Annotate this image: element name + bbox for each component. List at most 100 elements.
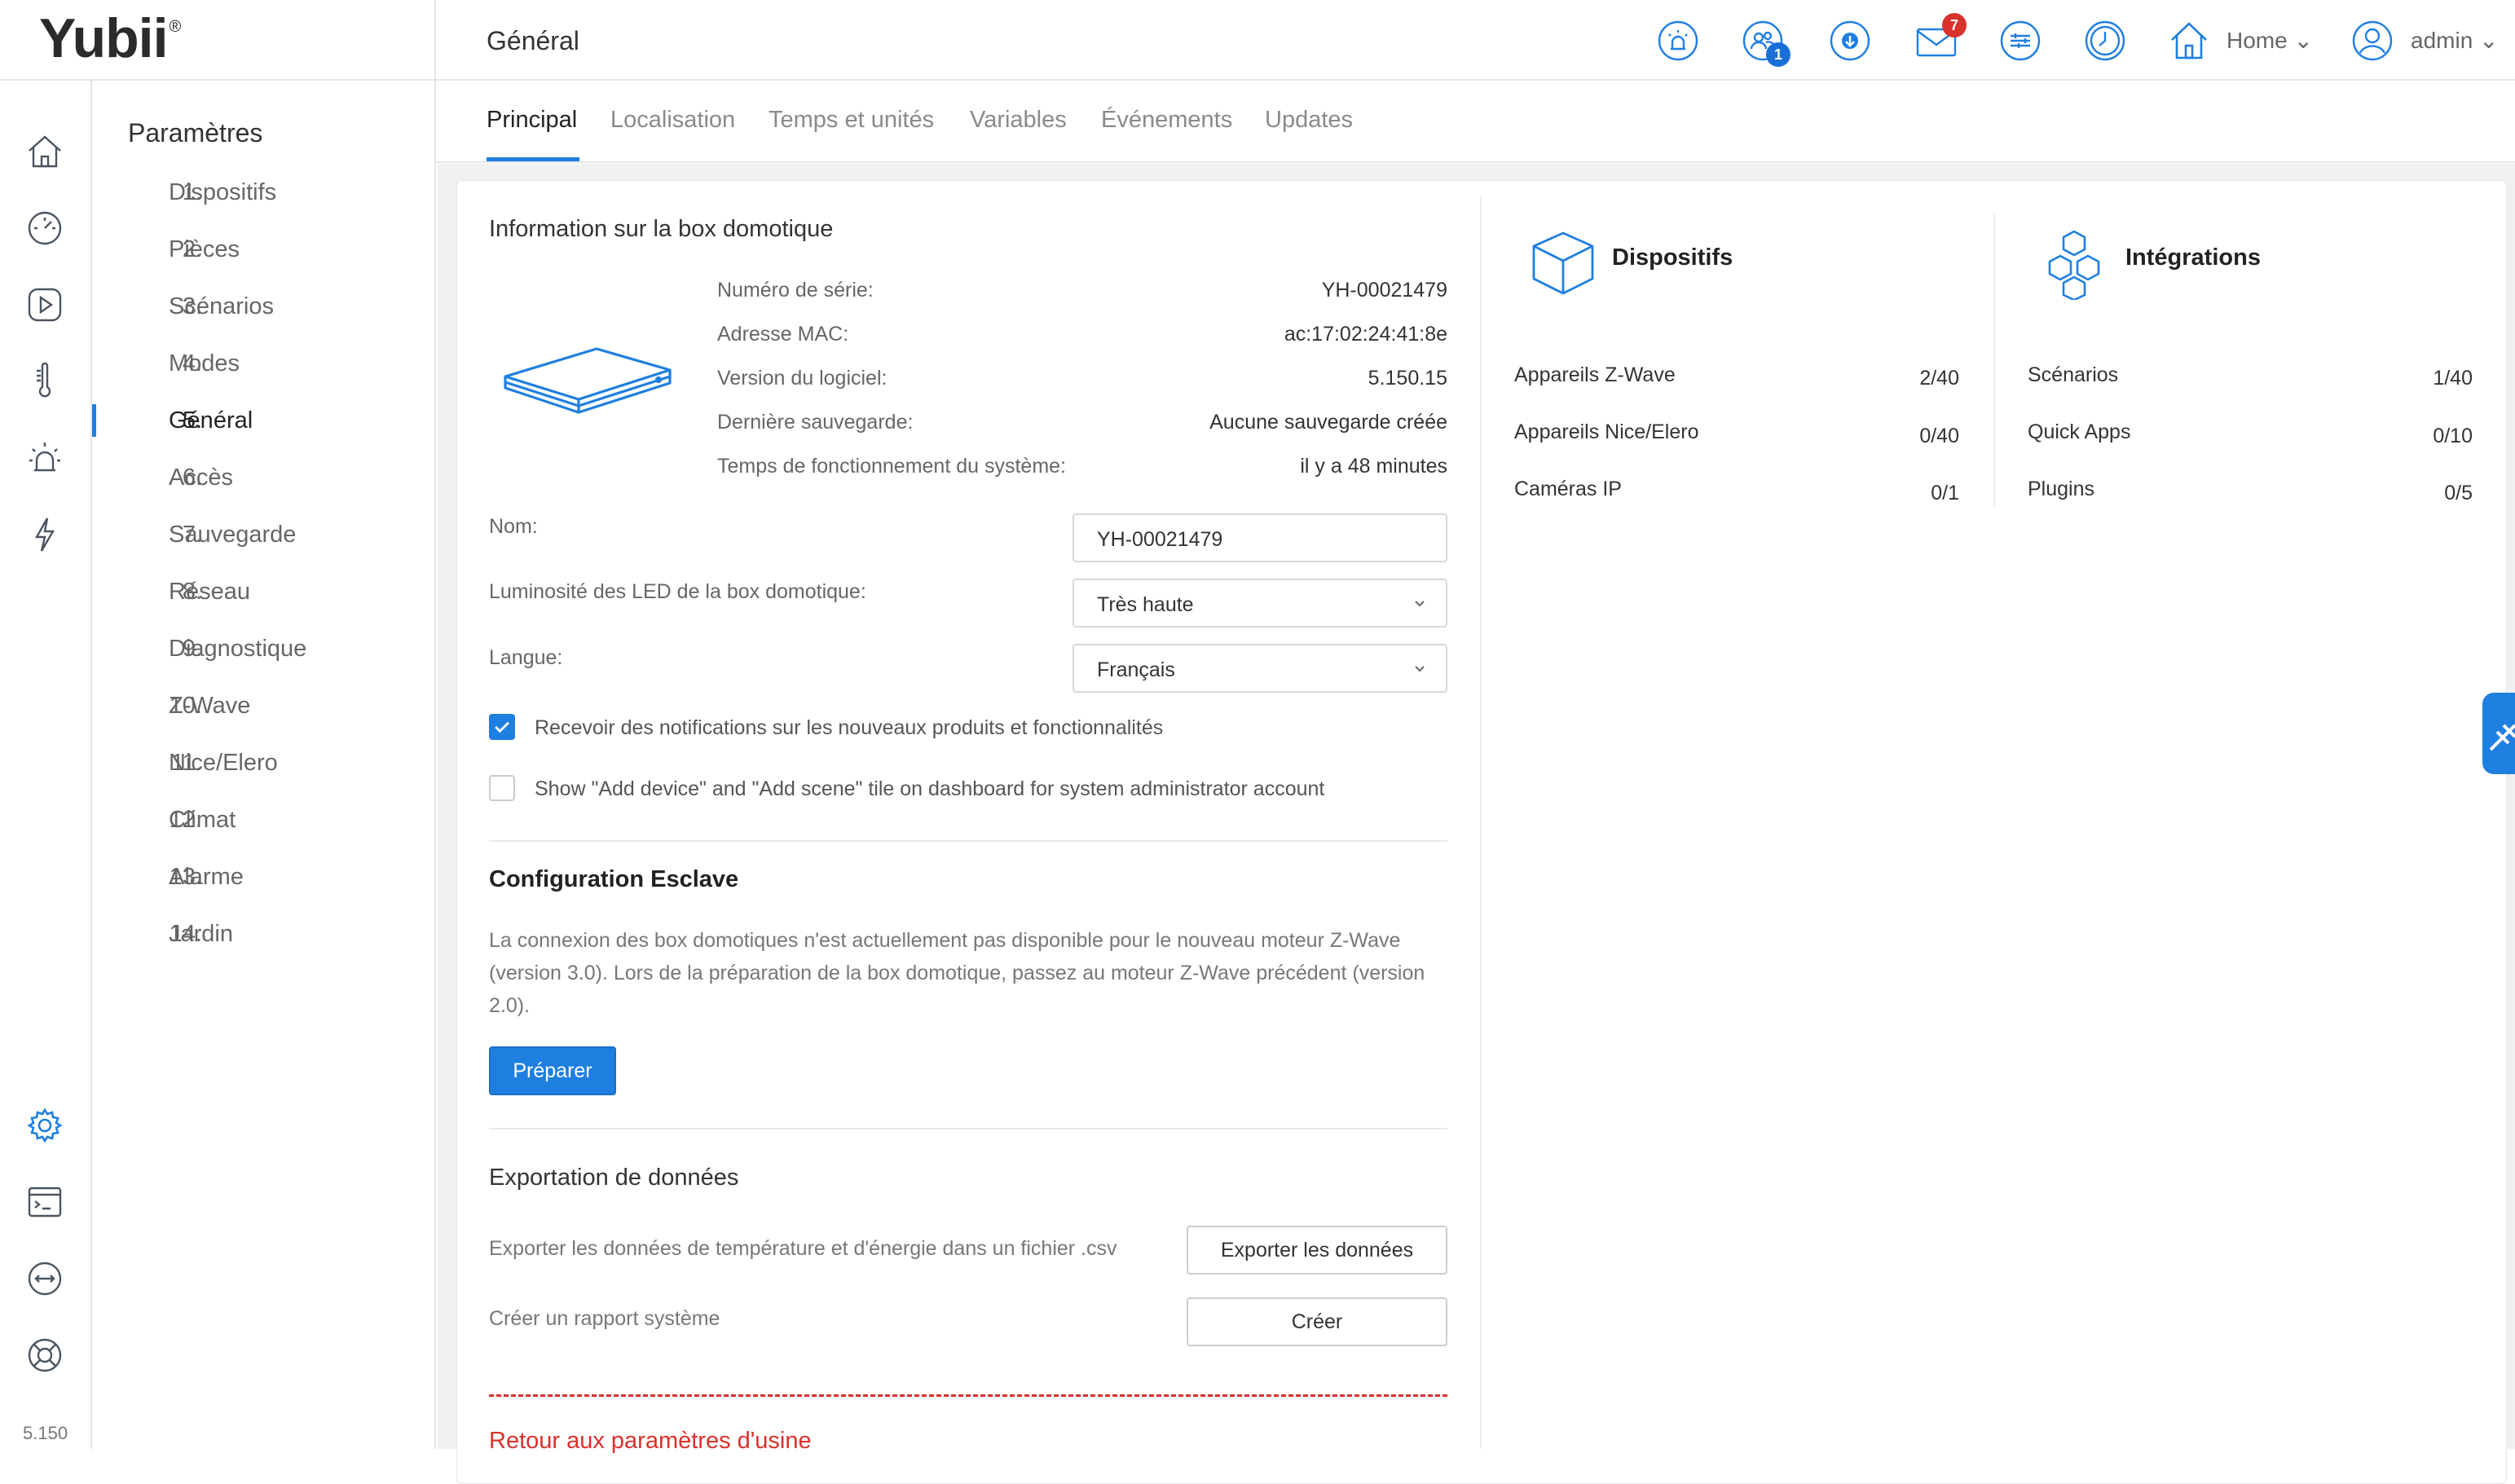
slave-config-title: Configuration Esclave — [489, 866, 739, 892]
tab-evenements[interactable]: Événements — [1101, 107, 1232, 134]
nav-item-jardin[interactable]: 14. Jardin — [92, 913, 434, 962]
users-badge: 1 — [1766, 42, 1790, 67]
tab-temps-et-unites[interactable]: Temps et unités — [769, 107, 934, 134]
danger-zone-divider — [489, 1394, 1447, 1397]
settings-gear-icon[interactable] — [23, 1103, 67, 1147]
quick-apps-label: Quick Apps — [2028, 421, 2131, 443]
uptime-label: Temps de fonctionnement du système: — [717, 455, 1067, 478]
column-divider — [1480, 196, 1482, 1449]
mail-icon[interactable]: 7 — [1914, 13, 1967, 62]
nav-item-modes[interactable]: 4. Modes — [92, 342, 434, 391]
logo-area: Yubii ® — [0, 0, 436, 81]
name-label: Nom: — [489, 515, 538, 538]
plugins-value: 0/5 — [2444, 482, 2473, 504]
download-icon[interactable] — [1829, 20, 1871, 62]
create-report-button[interactable]: Créer — [1187, 1297, 1447, 1346]
terminal-icon[interactable] — [23, 1180, 67, 1224]
data-export-title: Exportation de données — [489, 1165, 739, 1191]
column-divider — [1993, 214, 1995, 507]
nav-item-dispositifs[interactable]: 1. Dispositifs — [92, 171, 434, 220]
active-indicator — [92, 404, 96, 437]
users-icon[interactable]: 1 — [1742, 20, 1790, 67]
mac-value: ac:17:02:24:41:8e — [1284, 323, 1447, 346]
nav-item-reseau[interactable]: 8. Réseau — [92, 570, 434, 619]
user-menu[interactable]: admin ⌄ — [2411, 27, 2499, 54]
software-version-label: Version du logiciel: — [717, 367, 888, 390]
language-label: Langue: — [489, 646, 563, 669]
thermometer-icon[interactable] — [23, 359, 67, 403]
nav-item-zwave[interactable]: 10. Z-Wave — [92, 685, 434, 733]
chevron-down-icon — [1415, 601, 1425, 607]
last-backup-label: Dernière sauvegarde: — [717, 411, 914, 434]
scenarios-count-value: 1/40 — [2433, 367, 2473, 390]
mac-label: Adresse MAC: — [717, 323, 849, 346]
climate-icon[interactable] — [1999, 20, 2042, 62]
top-bar: Général 1 7 Home ⌄ admin ⌄ — [436, 0, 2515, 81]
clock-icon[interactable] — [2084, 20, 2126, 62]
alarm-icon[interactable] — [23, 436, 67, 480]
nav-item-sauvegarde[interactable]: 7. Sauvegarde — [92, 513, 434, 562]
nav-item-nice-elero[interactable]: 11. Nice/Elero — [92, 742, 434, 790]
serial-label: Numéro de série: — [717, 279, 874, 302]
dashboard-icon[interactable] — [23, 206, 67, 250]
nav-item-scenarios[interactable]: 3. Scénarios — [92, 285, 434, 334]
nav-item-diagnostique[interactable]: 9. Diagnostique — [92, 628, 434, 676]
tab-variables[interactable]: Variables — [970, 107, 1067, 134]
scenarios-count-label: Scénarios — [2028, 363, 2119, 386]
help-lifebuoy-icon[interactable] — [23, 1333, 67, 1377]
user-avatar-icon[interactable] — [2351, 20, 2394, 62]
ip-cameras-value: 0/1 — [1931, 482, 1959, 504]
settings-nav: Paramètres 1. Dispositifs 2. Pièces 3. Scén… — [92, 81, 436, 1449]
mail-badge: 7 — [1942, 13, 1967, 37]
name-input[interactable]: YH-00021479 — [1073, 513, 1447, 562]
nav-item-pieces[interactable]: 2. Pièces — [92, 228, 434, 277]
nav-item-general[interactable]: 5. Général — [92, 399, 434, 448]
ip-cameras-label: Caméras IP — [1514, 478, 1622, 500]
divider — [489, 1128, 1447, 1130]
integrations-panel-title: Intégrations — [2125, 244, 2261, 271]
dashboard-tiles-checkbox[interactable] — [489, 775, 515, 801]
home-icon[interactable] — [23, 130, 67, 174]
chevron-down-icon — [1415, 666, 1425, 672]
tab-localisation[interactable]: Localisation — [610, 107, 735, 134]
tab-updates[interactable]: Updates — [1265, 107, 1353, 134]
prepare-button[interactable]: Préparer — [489, 1046, 616, 1095]
last-backup-value: Aucune sauvegarde créée — [1209, 411, 1447, 434]
slave-config-text: La connexion des box domotiques n'est ac… — [489, 929, 1425, 1017]
energy-bolt-icon[interactable] — [23, 513, 67, 557]
language-select[interactable]: Français — [1073, 644, 1447, 693]
serial-value: YH-00021479 — [1321, 279, 1447, 302]
satellite-icon — [2489, 724, 2515, 751]
software-version-value: 5.150.15 — [1368, 367, 1447, 390]
version-label: 5.150 — [23, 1423, 68, 1443]
network-icon[interactable] — [23, 1257, 67, 1301]
chevron-down-icon: ⌄ — [2479, 28, 2499, 53]
divider — [489, 840, 1447, 842]
icon-rail — [0, 81, 92, 1449]
alarm-icon[interactable] — [1657, 20, 1699, 62]
dashboard-tiles-label: Show "Add device" and "Add scene" tile o… — [535, 777, 1325, 800]
export-data-button[interactable]: Exporter les données — [1187, 1226, 1447, 1275]
chevron-down-icon: ⌄ — [2293, 28, 2313, 53]
tab-principal[interactable]: Principal — [487, 107, 577, 134]
notifications-checkbox[interactable] — [489, 714, 515, 740]
side-feedback-tab[interactable] — [2482, 693, 2515, 774]
led-brightness-select[interactable]: Très haute — [1073, 579, 1447, 628]
scenes-play-icon[interactable] — [23, 283, 67, 327]
devices-panel-title: Dispositifs — [1612, 244, 1733, 271]
nav-item-alarme[interactable]: 13. Alarme — [92, 856, 434, 905]
active-tab-underline — [487, 157, 579, 161]
box-device-illustration — [499, 337, 678, 435]
zwave-devices-label: Appareils Z-Wave — [1514, 363, 1676, 386]
home-icon[interactable] — [2168, 20, 2210, 62]
nav-item-climat[interactable]: 12. Climat — [92, 799, 434, 848]
nav-item-acces[interactable]: 6. Accès — [92, 456, 434, 505]
uptime-value: il y a 48 minutes — [1300, 455, 1447, 478]
check-icon — [495, 721, 509, 733]
app-logo[interactable]: Yubii ® — [39, 7, 181, 70]
system-report-label: Créer un rapport système — [489, 1307, 720, 1330]
home-selector[interactable]: Home ⌄ — [2227, 27, 2313, 54]
cube-icon — [1529, 228, 1597, 297]
nice-elero-devices-value: 0/40 — [1919, 425, 1959, 447]
notifications-label: Recevoir des notifications sur les nouve… — [535, 716, 1164, 739]
